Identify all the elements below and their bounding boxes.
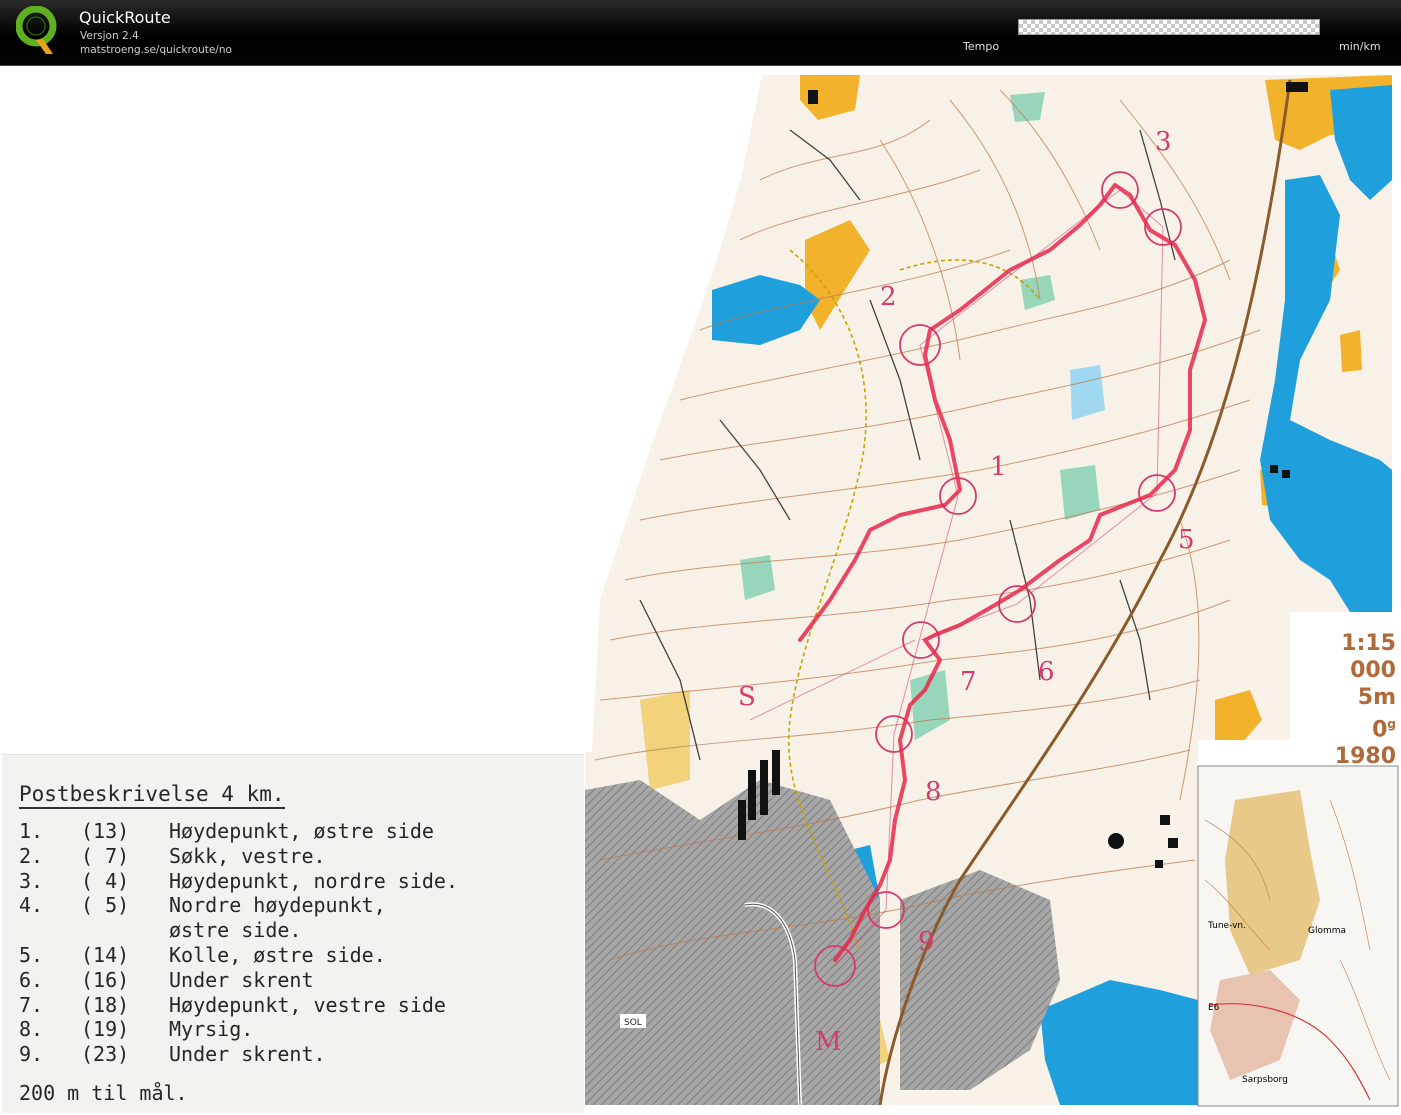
control-number: 9. xyxy=(19,1042,44,1067)
control-number: 2. xyxy=(19,843,44,868)
map-year: 1980 xyxy=(1334,744,1396,770)
control-number: 6. xyxy=(19,967,44,992)
control-code: (14) xyxy=(81,942,130,967)
tempo-color-bar[interactable] xyxy=(1018,19,1320,35)
map-scale: 1:15 000 xyxy=(1341,631,1396,683)
map-contour-interval: 5m xyxy=(1357,685,1396,710)
control-number: 5. xyxy=(19,942,44,967)
control-feature: Høydepunkt, østre side xyxy=(169,819,434,843)
control-number: 1. xyxy=(19,819,44,843)
control-description-row: 4. ( 5) Nordre høydepunkt, xyxy=(19,893,458,918)
control-number-5: 5 xyxy=(1178,525,1195,555)
app-title: QuickRoute xyxy=(79,8,171,27)
control-description-card: Postbeskrivelse 4 km. 1. (13) Høydepunkt, … xyxy=(2,754,584,1113)
control-feature: Søkk, vestre. xyxy=(169,843,326,868)
control-description-list: 1. (13) Høydepunkt, østre side 2. ( 7) Søkk, … xyxy=(19,819,458,1067)
road-label-sol: SOL xyxy=(624,1018,642,1028)
control-number-2: 2 xyxy=(880,282,897,312)
control-feature: Under skrent xyxy=(169,967,314,992)
control-feature: Kolle, østre side. xyxy=(169,942,386,967)
finish-marker: M xyxy=(815,1027,842,1057)
control-number: 7. xyxy=(19,992,44,1017)
control-number-7: 7 xyxy=(960,667,977,697)
control-number-9: 9 xyxy=(918,927,935,957)
control-code: ( 7) xyxy=(81,843,130,868)
quickroute-logo-icon xyxy=(16,6,57,54)
control-feature: Høydepunkt, vestre side xyxy=(169,992,446,1017)
map-scale-info: 1:15 000 5m 0g 1980 xyxy=(1292,630,1396,770)
inset-label-e6: E6 xyxy=(1208,1003,1220,1013)
tempo-label: Tempo xyxy=(963,40,1000,53)
control-description-row: 8. (19) Myrsig. xyxy=(19,1017,458,1042)
inset-overview-map: Tune-vn. Glomma E6 Sarpsborg xyxy=(1197,765,1399,1107)
app-url-link[interactable]: matstroeng.se/quickroute/no xyxy=(80,44,232,56)
control-description-title: Postbeskrivelse 4 km. xyxy=(19,781,285,809)
control-description-row: 2. ( 7) Søkk, vestre. xyxy=(19,844,458,869)
control-number-1: 1 xyxy=(990,452,1007,482)
control-code: ( 4) xyxy=(81,868,130,893)
control-number-6: 6 xyxy=(1038,657,1055,687)
map-declination: 0g xyxy=(1372,717,1396,743)
control-number: 8. xyxy=(19,1017,44,1042)
control-description-row: 3. ( 4) Høydepunkt, nordre side. xyxy=(19,869,458,894)
control-feature: østre side. xyxy=(169,918,302,943)
control-feature: Under skrent. xyxy=(169,1042,326,1067)
control-description-row: 5. (14) Kolle, østre side. xyxy=(19,943,458,968)
control-feature: Nordre høydepunkt, xyxy=(169,893,386,918)
control-code: (16) xyxy=(81,967,130,992)
start-marker: S xyxy=(738,682,756,712)
control-code: (23) xyxy=(81,1042,130,1067)
control-description-row: østre side. xyxy=(19,918,458,943)
control-code: ( 5) xyxy=(81,893,130,918)
control-feature: Myrsig. xyxy=(169,1017,254,1042)
control-description-row: 7. (18) Høydepunkt, vestre side xyxy=(19,993,458,1018)
inset-label-sarpsborg: Sarpsborg xyxy=(1242,1075,1288,1085)
control-description-row: 1. (13) Høydepunkt, østre side xyxy=(19,819,458,844)
control-code: (19) xyxy=(81,1017,130,1042)
tempo-unit-label: min/km xyxy=(1339,40,1381,53)
control-number: 3. xyxy=(19,868,44,893)
app-version: Versjon 2.4 xyxy=(80,30,139,42)
control-description-footer: 200 m til mål. xyxy=(19,1081,188,1105)
control-description-row: 6. (16) Under skrent xyxy=(19,968,458,993)
control-number: 4. xyxy=(19,893,44,918)
app-header: QuickRoute Versjon 2.4 matstroeng.se/qui… xyxy=(0,0,1401,66)
control-code: (18) xyxy=(81,992,130,1017)
control-feature: Høydepunkt, nordre side. xyxy=(169,868,458,893)
control-number-8: 8 xyxy=(925,777,942,807)
control-code: (13) xyxy=(81,819,130,843)
inset-label-tune: Tune-vn. xyxy=(1207,921,1246,931)
control-number-3: 3 xyxy=(1155,127,1172,157)
control-description-row: 9. (23) Under skrent. xyxy=(19,1042,458,1067)
inset-label-glomma: Glomma xyxy=(1308,926,1346,936)
